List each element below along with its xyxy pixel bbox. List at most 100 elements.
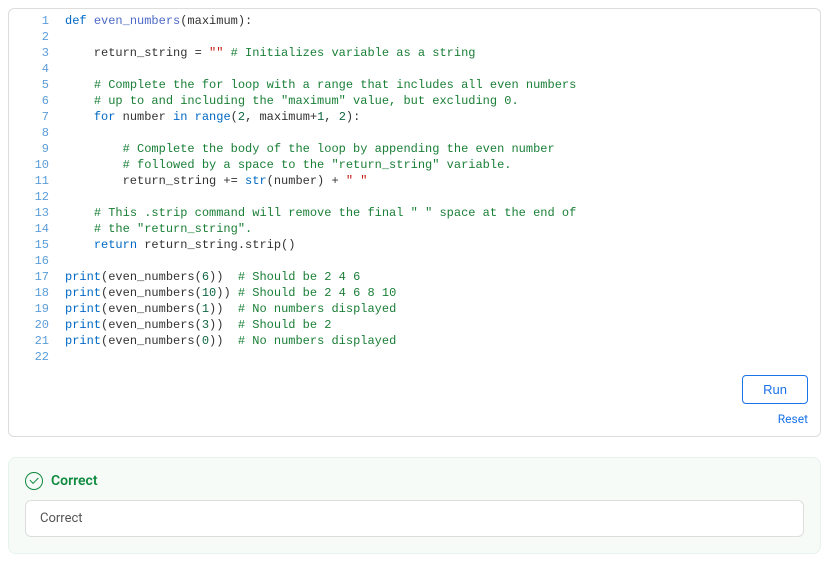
code-line[interactable]: # This .strip command will remove the fi…	[65, 205, 820, 221]
token-pn	[65, 142, 123, 156]
output-box: Correct	[25, 500, 804, 537]
result-status: Correct	[51, 473, 98, 489]
code-line[interactable]: return_string = "" # Initializes variabl…	[65, 45, 820, 61]
token-pn: (even_numbers(	[101, 302, 202, 316]
token-bi: str	[245, 174, 267, 188]
line-number: 11	[9, 173, 49, 189]
token-pn: (maximum):	[180, 14, 252, 28]
token-fndef: even_numbers	[94, 14, 180, 28]
code-line[interactable]	[65, 349, 820, 365]
line-number: 13	[9, 205, 49, 221]
code-line[interactable]: print(even_numbers(3)) # Should be 2	[65, 317, 820, 333]
token-str: ""	[209, 46, 223, 60]
code-line[interactable]: print(even_numbers(0)) # No numbers disp…	[65, 333, 820, 349]
token-num: 1	[202, 302, 209, 316]
token-cm: # No numbers displayed	[238, 334, 396, 348]
token-pn: ))	[209, 302, 238, 316]
token-cm: # followed by a space to the "return_str…	[123, 158, 512, 172]
line-number: 4	[9, 61, 49, 77]
token-pn: number	[123, 110, 173, 124]
token-pn: (even_numbers(	[101, 286, 202, 300]
line-number: 15	[9, 237, 49, 253]
token-kw: for	[94, 110, 123, 124]
line-number: 12	[9, 189, 49, 205]
line-number: 21	[9, 333, 49, 349]
token-pn: return_string.strip()	[144, 238, 295, 252]
editor-footer: Run Reset	[9, 369, 820, 436]
token-cm: # Complete the body of the loop by appen…	[123, 142, 555, 156]
code-line[interactable]: def even_numbers(maximum):	[65, 13, 820, 29]
token-pn: ,	[324, 110, 338, 124]
code-line[interactable]	[65, 253, 820, 269]
line-number: 3	[9, 45, 49, 61]
token-num: 6	[202, 270, 209, 284]
token-num: 2	[339, 110, 346, 124]
run-button[interactable]: Run	[742, 375, 808, 404]
line-number: 17	[9, 269, 49, 285]
line-number: 10	[9, 157, 49, 173]
token-pn: ))	[209, 318, 238, 332]
code-line[interactable]	[65, 29, 820, 45]
reset-link[interactable]: Reset	[778, 412, 808, 426]
token-bi: print	[65, 270, 101, 284]
line-number: 8	[9, 125, 49, 141]
code-area[interactable]: 12345678910111213141516171819202122 def …	[9, 9, 820, 369]
line-number: 7	[9, 109, 49, 125]
code-line[interactable]: for number in range(2, maximum+1, 2):	[65, 109, 820, 125]
token-pn: ):	[346, 110, 360, 124]
code-line[interactable]	[65, 61, 820, 77]
code-line[interactable]	[65, 125, 820, 141]
token-kw: def	[65, 14, 94, 28]
token-cm: # Initializes variable as a string	[231, 46, 476, 60]
code-line[interactable]: # Complete the body of the loop by appen…	[65, 141, 820, 157]
token-cm: # up to and including the "maximum" valu…	[94, 94, 519, 108]
result-panel: Correct Correct	[8, 457, 821, 554]
token-pn	[65, 238, 94, 252]
token-num: 3	[202, 318, 209, 332]
line-number: 16	[9, 253, 49, 269]
code-line[interactable]: print(even_numbers(6)) # Should be 2 4 6	[65, 269, 820, 285]
token-bi: print	[65, 334, 101, 348]
token-pn: (even_numbers(	[101, 270, 202, 284]
line-number: 9	[9, 141, 49, 157]
token-cm: # Should be 2 4 6	[238, 270, 360, 284]
line-number: 1	[9, 13, 49, 29]
token-cm: # the "return_string".	[94, 222, 252, 236]
code-line[interactable]: print(even_numbers(1)) # No numbers disp…	[65, 301, 820, 317]
token-num: 10	[202, 286, 216, 300]
code-line[interactable]: # Complete the for loop with a range tha…	[65, 77, 820, 93]
code-line[interactable]: # the "return_string".	[65, 221, 820, 237]
token-pn	[65, 110, 94, 124]
result-header: Correct	[25, 472, 804, 490]
token-cm: # No numbers displayed	[238, 302, 396, 316]
token-str: " "	[346, 174, 368, 188]
line-number-gutter: 12345678910111213141516171819202122	[9, 13, 65, 365]
line-number: 20	[9, 317, 49, 333]
token-pn: (even_numbers(	[101, 334, 202, 348]
code-line[interactable]: # up to and including the "maximum" valu…	[65, 93, 820, 109]
code-line[interactable]	[65, 189, 820, 205]
code-line[interactable]: print(even_numbers(10)) # Should be 2 4 …	[65, 285, 820, 301]
token-pn: return_string +=	[65, 174, 245, 188]
code-lines[interactable]: def even_numbers(maximum): return_string…	[65, 13, 820, 365]
token-num: 2	[238, 110, 245, 124]
code-line[interactable]: return_string += str(number) + " "	[65, 173, 820, 189]
line-number: 18	[9, 285, 49, 301]
token-pn: ))	[209, 270, 238, 284]
token-pn	[65, 222, 94, 236]
line-number: 22	[9, 349, 49, 365]
line-number: 5	[9, 77, 49, 93]
token-pn	[65, 206, 94, 220]
token-bi: print	[65, 318, 101, 332]
token-pn: (number) +	[267, 174, 346, 188]
token-pn	[65, 94, 94, 108]
code-line[interactable]: return return_string.strip()	[65, 237, 820, 253]
token-pn: , maximum+	[245, 110, 317, 124]
code-editor: 12345678910111213141516171819202122 def …	[8, 8, 821, 437]
line-number: 14	[9, 221, 49, 237]
token-cm: # Should be 2	[238, 318, 332, 332]
check-circle-icon	[25, 472, 43, 490]
token-pn	[223, 46, 230, 60]
token-pn	[65, 78, 94, 92]
code-line[interactable]: # followed by a space to the "return_str…	[65, 157, 820, 173]
